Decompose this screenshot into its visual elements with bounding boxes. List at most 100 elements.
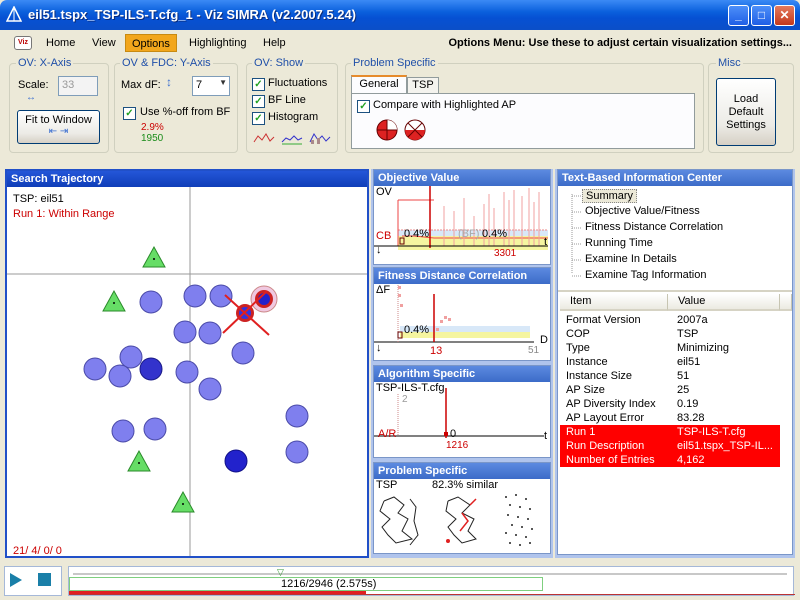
window-title: eil51.tspx_TSP-ILS-T.cfg_1 - Viz SIMRA (… bbox=[28, 7, 357, 22]
row-item: Format Version bbox=[566, 314, 641, 326]
algorithm-specific-panel: Algorithm Specific TSP-ILS-T.cfg 2 A/R 0… bbox=[373, 365, 551, 458]
tree-item-fdc[interactable]: Fitness Distance Correlation bbox=[585, 221, 723, 233]
play-icon[interactable] bbox=[10, 573, 22, 587]
table-row[interactable]: Type Minimizing bbox=[560, 341, 780, 355]
row-value: 4,162 bbox=[677, 454, 705, 466]
tree-item-objective-value[interactable]: Objective Value/Fitness bbox=[585, 205, 700, 217]
green-triangle-marker bbox=[102, 289, 126, 312]
algo-time-axis-label: t bbox=[544, 430, 548, 442]
menu-help[interactable]: Help bbox=[257, 34, 292, 52]
search-trajectory-panel: Search Trajectory TSP: eil51 Run 1: With… bbox=[5, 169, 369, 558]
ov-fdc-yaxis-title: OV & FDC: Y-Axis bbox=[120, 57, 213, 69]
fluctuations-checkbox[interactable]: ✓ bbox=[252, 78, 265, 91]
app-icon[interactable] bbox=[6, 6, 22, 22]
search-run-status: Run 1: Within Range bbox=[13, 208, 115, 220]
bf-line-label: BF Line bbox=[268, 94, 306, 106]
row-item: AP Layout Error bbox=[566, 412, 645, 424]
menu-highlighting[interactable]: Highlighting bbox=[183, 34, 252, 52]
tree-item-running-time[interactable]: Running Time bbox=[585, 237, 653, 249]
bf-value: 1950 bbox=[141, 133, 164, 144]
histogram-checkbox[interactable]: ✓ bbox=[252, 112, 265, 125]
viz-logo-icon[interactable]: Viz bbox=[14, 36, 32, 50]
menu-options[interactable]: Options bbox=[125, 34, 177, 52]
use-pct-off-label: Use %-off from BF bbox=[140, 106, 231, 118]
problem-specific-panel-title: Problem Specific bbox=[374, 463, 550, 479]
close-button[interactable]: ✕ bbox=[774, 5, 795, 26]
row-value: TSP-ILS-T.cfg bbox=[677, 426, 746, 438]
scale-input[interactable]: 33 bbox=[58, 76, 98, 96]
tsp-tour-thumbnail bbox=[379, 496, 419, 546]
tab-tsp[interactable]: TSP bbox=[407, 77, 439, 94]
row-value: 83.28 bbox=[677, 412, 705, 424]
tab-general[interactable]: General bbox=[351, 75, 407, 94]
table-row[interactable]: Instance Size 51 bbox=[560, 369, 780, 383]
search-tsp-label: TSP: eil51 bbox=[13, 193, 64, 205]
table-row-highlighted[interactable]: Run 1 TSP-ILS-T.cfg bbox=[560, 425, 780, 439]
tree-item-summary[interactable]: Summary bbox=[582, 189, 638, 203]
fluctuations-preview-icon bbox=[253, 133, 275, 143]
table-row[interactable]: COP TSP bbox=[560, 327, 780, 341]
fdc-pct-label: 0.4% bbox=[404, 324, 430, 336]
compare-mode-icons[interactable] bbox=[376, 118, 436, 144]
row-item: Instance Size bbox=[566, 370, 633, 382]
dropdown-arrow-icon[interactable]: ▼ bbox=[219, 78, 227, 87]
row-value: eil51 bbox=[677, 356, 701, 368]
ov-count-label: 3301 bbox=[494, 248, 517, 259]
tsp-tour-thumbnails[interactable] bbox=[374, 491, 550, 553]
max-df-input[interactable]: 7 ▼ bbox=[192, 76, 230, 96]
timeline-track[interactable]: ▽ 1216/2946 (2.575s) bbox=[68, 566, 795, 596]
fluctuations-label: Fluctuations bbox=[268, 77, 328, 89]
table-row-highlighted[interactable]: Number of Entries 4,162 bbox=[560, 453, 780, 467]
table-row-highlighted[interactable]: Run Description eil51.tspx_TSP-IL... bbox=[560, 439, 780, 453]
fit-to-window-button[interactable]: Fit to Window ⇤ ⇥ bbox=[17, 110, 100, 144]
table-row[interactable]: AP Size 25 bbox=[560, 383, 780, 397]
search-footer-counts: 21/ 4/ 0/ 0 bbox=[13, 545, 62, 556]
row-value: 0.19 bbox=[677, 398, 699, 410]
timeline-rail bbox=[73, 573, 787, 575]
algo-zero-label: 0 bbox=[450, 428, 457, 440]
search-trajectory-canvas[interactable] bbox=[7, 187, 367, 556]
menu-view[interactable]: View bbox=[86, 34, 122, 52]
table-row[interactable]: AP Diversity Index 0.19 bbox=[560, 397, 780, 411]
use-pct-off-checkbox[interactable]: ✓ bbox=[123, 107, 136, 120]
problem-specific-title: Problem Specific bbox=[351, 57, 438, 69]
max-df-label: Max dF: bbox=[121, 79, 161, 91]
fit-to-window-label: Fit to Window bbox=[25, 114, 92, 126]
table-row[interactable]: AP Layout Error 83.28 bbox=[560, 411, 780, 425]
timeline-baseline bbox=[69, 594, 795, 595]
load-default-settings-button[interactable]: Load Default Settings bbox=[716, 78, 776, 146]
scale-label: Scale: bbox=[18, 79, 49, 91]
column-header-filler bbox=[780, 294, 792, 311]
stop-icon[interactable] bbox=[38, 573, 51, 586]
row-value: 25 bbox=[677, 384, 690, 396]
bf-line-preview-icon bbox=[281, 135, 303, 145]
minimize-button[interactable]: _ bbox=[728, 5, 749, 26]
misc-title: Misc bbox=[716, 57, 743, 69]
timeline-position-label: 1216/2946 (2.575s) bbox=[281, 578, 377, 590]
ov-pct-right: 0.4% bbox=[482, 228, 508, 240]
column-header-value[interactable]: Value bbox=[668, 294, 780, 311]
tree-item-examine-details[interactable]: Examine In Details bbox=[585, 253, 677, 265]
info-splitter[interactable] bbox=[558, 290, 792, 292]
fit-arrows-icon: ⇤ ⇥ bbox=[48, 126, 69, 137]
row-value: Minimizing bbox=[677, 342, 729, 354]
fdc-chart[interactable] bbox=[374, 284, 550, 360]
tree-item-examine-tags[interactable]: Examine Tag Information bbox=[585, 269, 706, 281]
maximize-button[interactable]: □ bbox=[751, 5, 772, 26]
ov-axis-label: OV bbox=[376, 186, 392, 198]
cb-label: CB bbox=[376, 230, 392, 242]
menu-home[interactable]: Home bbox=[40, 34, 81, 52]
options-menu-hint: Options Menu: Use these to adjust certai… bbox=[448, 37, 792, 49]
tsp-city-points bbox=[505, 494, 533, 546]
bf-line-checkbox[interactable]: ✓ bbox=[252, 95, 265, 108]
bf-label: (BF) bbox=[458, 228, 480, 240]
objective-value-chart[interactable] bbox=[374, 186, 550, 264]
fdc-down-arrow-icon: ↓ bbox=[376, 342, 382, 354]
column-header-item[interactable]: Item bbox=[560, 294, 668, 311]
table-row[interactable]: Format Version 2007a bbox=[560, 313, 780, 327]
distance-value: 13 bbox=[430, 345, 443, 357]
histogram-preview-icon bbox=[309, 133, 331, 144]
compare-highlighted-checkbox[interactable]: ✓ bbox=[357, 100, 370, 113]
table-row[interactable]: Instance eil51 bbox=[560, 355, 780, 369]
row-item: AP Diversity Index bbox=[566, 398, 656, 410]
